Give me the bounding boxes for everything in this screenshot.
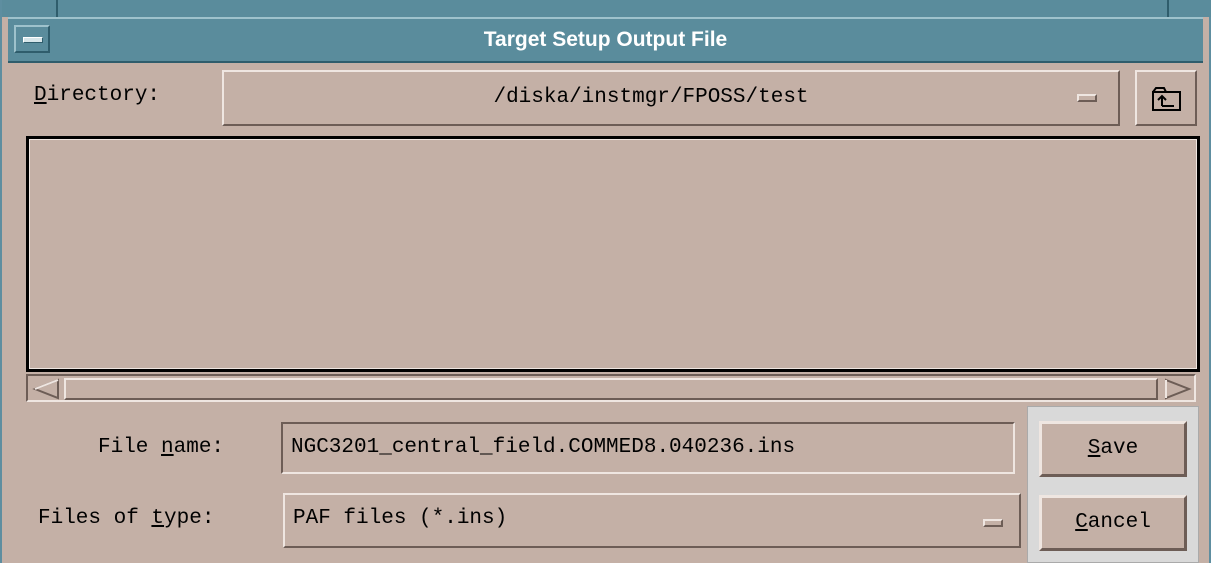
parent-folder-icon — [1152, 87, 1181, 111]
window-title: Target Setup Output File — [483, 28, 728, 51]
scroll-left-arrow-icon[interactable] — [32, 378, 60, 400]
scrollbar-thumb[interactable] — [64, 378, 1158, 400]
filename-input[interactable]: NGC3201_central_field.COMMED8.040236.ins — [281, 422, 1015, 474]
filename-value: NGC3201_central_field.COMMED8.040236.ins — [291, 436, 796, 459]
button-area: Save Cancel — [1027, 406, 1199, 563]
scroll-right-arrow-icon[interactable] — [1164, 378, 1192, 400]
title-bar[interactable]: Target Setup Output File — [8, 17, 1203, 63]
file-dialog-window: Target Setup Output File Directory: /dis… — [0, 0, 1211, 563]
directory-dropdown[interactable]: /diska/instmgr/FPOSS/test — [222, 70, 1120, 126]
filetype-label: Files of type: — [38, 507, 215, 530]
frame-resize-handle-right[interactable] — [1167, 0, 1169, 17]
file-list[interactable] — [26, 136, 1200, 372]
filetype-value: PAF files (*.ins) — [293, 507, 508, 530]
filename-label: File name: — [98, 436, 225, 459]
save-button[interactable]: Save — [1039, 421, 1187, 477]
window-frame-top[interactable] — [2, 0, 1211, 17]
directory-value: /diska/instmgr/FPOSS/test — [493, 86, 809, 109]
dropdown-indicator-icon — [1077, 94, 1097, 102]
parent-folder-button[interactable] — [1135, 70, 1197, 126]
frame-resize-handle-left[interactable] — [56, 0, 58, 17]
dropdown-indicator-icon — [983, 519, 1003, 527]
cancel-button[interactable]: Cancel — [1039, 495, 1187, 551]
horizontal-scrollbar[interactable] — [26, 374, 1196, 402]
directory-label: Directory: — [34, 84, 161, 107]
filetype-dropdown[interactable]: PAF files (*.ins) — [283, 493, 1021, 548]
